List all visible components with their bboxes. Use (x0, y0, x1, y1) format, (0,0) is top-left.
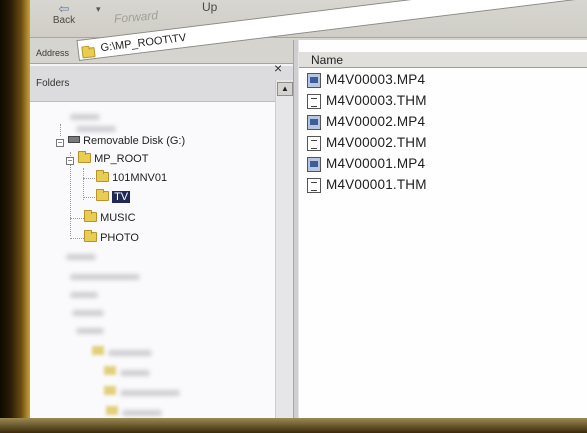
tree-item-removable-disk[interactable]: Removable Disk (G:) (68, 135, 185, 147)
back-button[interactable]: ⇦ Back (44, 1, 84, 26)
column-header-name[interactable]: Name (299, 52, 587, 68)
blurred-tree-item (108, 350, 152, 356)
up-button[interactable]: Up (202, 0, 217, 14)
tree-connector (83, 168, 84, 200)
close-icon[interactable]: × (274, 60, 282, 76)
forward-button[interactable]: Forward (113, 8, 158, 26)
tree-item-tv[interactable]: TV (96, 189, 131, 203)
blurred-folder-icon (104, 386, 116, 395)
mp4-video-icon (307, 73, 321, 88)
folder-icon (84, 230, 97, 242)
tree-connector (83, 197, 95, 198)
blurred-tree-item (120, 390, 180, 396)
file-name: M4V00003.MP4 (326, 72, 426, 87)
blurred-tree-item (72, 310, 104, 316)
blurred-tree-item (122, 410, 162, 416)
thm-file-icon (307, 178, 321, 193)
file-name: M4V00001.THM (326, 177, 427, 192)
folder-icon (78, 151, 91, 163)
tree-item-101mnv01[interactable]: 101MNV01 (96, 170, 168, 184)
column-header-label: Name (311, 53, 344, 67)
tree-item-label: MUSIC (100, 212, 136, 224)
blurred-folder-icon (104, 366, 116, 375)
tree-item-photo[interactable]: PHOTO (84, 230, 139, 244)
address-value: G:\MP_ROOT\TV (99, 31, 187, 55)
mp4-video-icon (307, 157, 321, 172)
expand-collapse-icon[interactable]: − (56, 139, 64, 147)
folder-icon (84, 210, 97, 222)
folders-pane: Folders × ▲ − Removable Disk (G:) − MP_R… (30, 60, 293, 420)
back-history-dropdown-icon[interactable]: ▾ (96, 4, 101, 15)
folders-scrollbar[interactable] (275, 80, 293, 420)
folder-tree: − Removable Disk (G:) − MP_ROOT 101MNV01… (30, 66, 275, 420)
thm-file-icon (307, 136, 321, 151)
tree-item-mp-root[interactable]: MP_ROOT (78, 151, 149, 165)
file-name: M4V00002.MP4 (326, 114, 426, 129)
tree-item-music[interactable]: MUSIC (84, 210, 136, 224)
open-folder-icon (96, 189, 109, 201)
folder-icon (81, 47, 96, 59)
back-label: Back (52, 15, 76, 26)
blurred-tree-item (76, 328, 104, 334)
tree-item-label: 101MNV01 (112, 172, 168, 184)
blurred-tree-item (76, 126, 116, 132)
blurred-tree-item (70, 114, 100, 120)
blurred-tree-item (120, 370, 150, 376)
tree-connector (83, 178, 95, 179)
mp4-video-icon (307, 115, 321, 130)
blurred-tree-item (70, 292, 98, 298)
file-name: M4V00002.THM (326, 135, 427, 150)
blurred-folder-icon (106, 406, 118, 415)
thm-file-icon (307, 94, 321, 109)
folder-icon (96, 170, 109, 182)
file-name: M4V00001.MP4 (326, 156, 426, 171)
scroll-up-arrow-icon[interactable]: ▲ (277, 82, 293, 96)
tree-connector (60, 124, 61, 136)
tree-connector (70, 238, 84, 239)
tree-item-label: Removable Disk (G:) (83, 135, 186, 147)
tree-connector (70, 218, 84, 219)
explorer-window: ⇦ Back ▾ Forward Up Address G:\MP_ROOT\T… (30, 0, 587, 420)
blurred-tree-item (70, 274, 140, 280)
expand-collapse-icon[interactable]: − (66, 157, 74, 165)
file-list-pane: Name M4V00003.MP4 M4V00003.THM M4V00002.… (299, 40, 587, 420)
address-label: Address (36, 48, 70, 58)
file-name: M4V00003.THM (326, 93, 427, 108)
drive-icon (68, 136, 80, 143)
back-arrow-icon: ⇦ (58, 1, 70, 16)
blurred-folder-icon (92, 346, 104, 355)
monitor-bezel-bottom (0, 418, 587, 433)
blurred-tree-item (66, 254, 96, 260)
tree-item-label: TV (112, 191, 131, 203)
monitor-bezel-left (0, 0, 30, 433)
tree-item-label: PHOTO (100, 232, 139, 244)
tree-item-label: MP_ROOT (94, 153, 149, 165)
